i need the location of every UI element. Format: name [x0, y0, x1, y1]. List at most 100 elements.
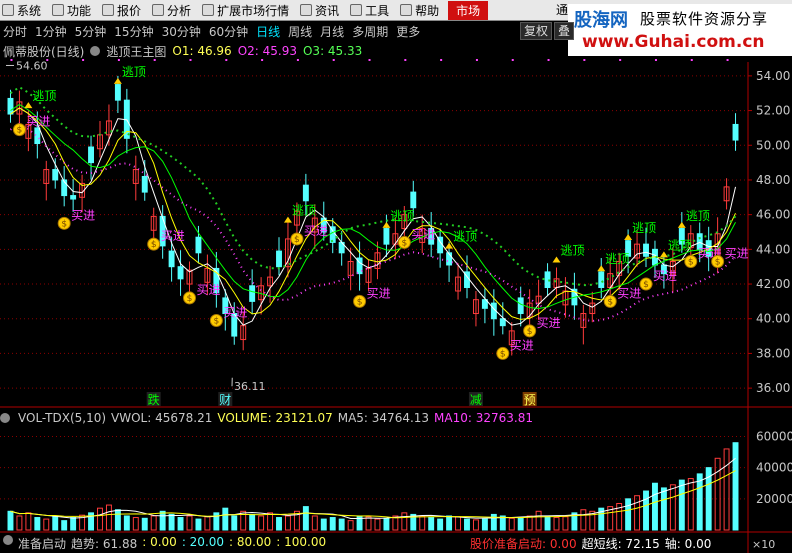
price-axis-label: 46.00 [756, 208, 790, 222]
logo-slogan: 股票软件资源分享 [640, 10, 769, 28]
menu-analysis[interactable]: 分析 [150, 2, 200, 19]
volume-bar [195, 518, 202, 531]
period-more[interactable]: 更多 [393, 23, 425, 40]
event-mark-label: 预 [524, 393, 536, 407]
money-bag-glyph: $ [643, 280, 649, 290]
vol-ma10-value: MA10: 32763.81 [434, 411, 533, 425]
escape-signal-label: 逃顶 [390, 209, 414, 223]
volume-scale: ×10 [752, 538, 776, 551]
volume-settings-icon[interactable] [0, 413, 10, 423]
volume-bar [338, 518, 345, 531]
money-bag-glyph: $ [715, 257, 721, 267]
escape-arrow-icon [552, 256, 561, 263]
buy-signal-label: 买进 [367, 286, 391, 300]
volume-bar [34, 517, 41, 531]
period-daily[interactable]: 日线 [253, 23, 285, 40]
candle-body [141, 175, 148, 193]
money-bag-glyph: $ [17, 126, 23, 136]
period-1min[interactable]: 1分钟 [32, 23, 72, 40]
candle-body [70, 195, 77, 200]
candle-body [52, 169, 59, 181]
volume-bar [580, 509, 587, 531]
menu-tools[interactable]: 工具 [348, 2, 398, 19]
top-signal-dot [690, 59, 693, 61]
price-axis-label: 44.00 [756, 242, 790, 256]
price-axis-label: 50.00 [756, 138, 790, 152]
candle-body [114, 84, 121, 101]
volume-bar [105, 504, 112, 531]
volume-bar [383, 517, 390, 531]
volume-bar [544, 515, 551, 531]
candle-body [329, 226, 336, 243]
money-bag-glyph: $ [688, 257, 694, 267]
bottom-indicator-name[interactable]: 准备启动 [18, 535, 66, 552]
volume-bar [455, 516, 461, 531]
axis-value: 轴: 0.00 [664, 537, 712, 551]
overlay-button[interactable]: 叠 [554, 22, 575, 40]
period-multi[interactable]: 多周期 [349, 23, 393, 40]
buy-signal-label: 买进 [725, 246, 749, 260]
price-axis-label: 42.00 [756, 277, 790, 291]
volume-bar [97, 507, 103, 531]
menu-extended-market[interactable]: 扩展市场行情 [200, 2, 298, 19]
escape-arrow-icon [24, 102, 33, 109]
menu-news[interactable]: 资讯 [298, 2, 348, 19]
bottom-indicator-line: 准备启动 趋势: 61.88 : 0.00 : 20.00 : 80.00 : … [0, 533, 792, 553]
volume-bar [150, 515, 157, 531]
volume-bar [652, 482, 658, 531]
volume-bar [114, 509, 121, 531]
level-20: : 20.00 [181, 535, 225, 549]
stock-software-window: 54.00 52.00 50.00 48.00 46.00 44.00 42.00 40.00… [0, 0, 792, 553]
menu-market[interactable]: 市场 [448, 0, 489, 20]
volume-bar [464, 518, 470, 531]
period-monthly[interactable]: 月线 [317, 23, 349, 40]
volume-bar [25, 512, 32, 531]
escape-signal-label: 逃顶 [292, 204, 316, 218]
kline-chart[interactable]: 54.00 52.00 50.00 48.00 46.00 44.00 42.00 40.00… [0, 0, 792, 553]
period-weekly[interactable]: 周线 [285, 23, 317, 40]
function-icon [52, 4, 65, 16]
volume-bar [52, 515, 59, 531]
period-intraday[interactable]: 分时 [0, 23, 32, 40]
bottom-settings-icon[interactable] [3, 535, 13, 545]
escape-arrow-icon [283, 216, 292, 223]
candle-body [34, 127, 41, 145]
adjust-button[interactable]: 复权 [520, 22, 553, 40]
volume-bar [401, 512, 408, 531]
volume-bar [285, 515, 291, 531]
period-60min[interactable]: 60分钟 [206, 23, 253, 40]
vol-ma5-value: MA5: 34764.13 [337, 411, 430, 425]
buy-signal-label: 买进 [26, 115, 50, 129]
quote-icon [102, 4, 115, 16]
buy-signal-label: 买进 [510, 338, 534, 352]
candle-body [383, 228, 390, 245]
candle-body [643, 243, 649, 257]
volume-indicator-name[interactable]: VOL-TDX(5,10) [15, 411, 106, 425]
money-bag-glyph: $ [187, 294, 193, 304]
low-price-label: 36.11 [234, 380, 266, 393]
period-30min[interactable]: 30分钟 [159, 23, 206, 40]
top-signal-dot [583, 59, 586, 61]
menu-function[interactable]: 功能 [50, 2, 100, 19]
top-signal-dot [619, 59, 622, 61]
buy-signal-label: 买进 [537, 316, 561, 330]
volume-bar [634, 495, 641, 531]
buy-signal-label: 买进 [71, 208, 95, 222]
volume-bar [481, 518, 488, 531]
menu-system[interactable]: 系统 [0, 2, 50, 19]
volume-bar [177, 517, 184, 531]
buy-signal-label: 买进 [653, 269, 677, 283]
event-mark-label: 减 [470, 393, 482, 407]
menu-help[interactable]: 帮助 [398, 2, 448, 19]
top-signal-dot [654, 59, 657, 61]
top-signal-dot [726, 59, 729, 61]
volume-bar [714, 457, 721, 531]
escape-signal-label: 逃顶 [453, 230, 477, 244]
period-5min[interactable]: 5分钟 [72, 23, 112, 40]
menu-quote[interactable]: 报价 [100, 2, 150, 19]
high-price-label: 54.60 [16, 59, 48, 72]
period-15min[interactable]: 15分钟 [111, 23, 158, 40]
indicator-settings-icon[interactable] [90, 46, 101, 56]
candle-body [517, 297, 524, 315]
indicator-name[interactable]: 逃顶王主图 [106, 43, 166, 60]
